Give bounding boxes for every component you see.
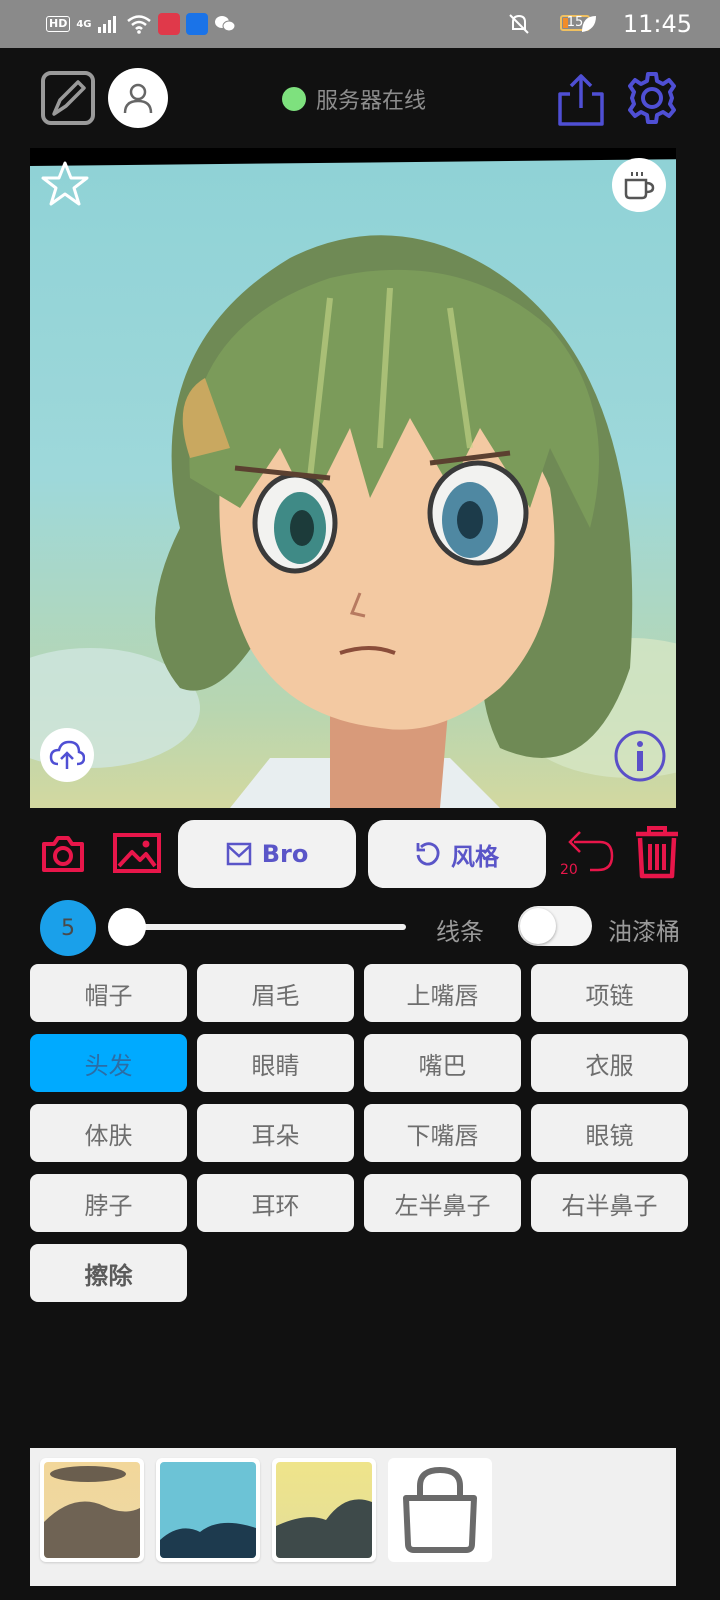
wifi-icon [126, 15, 151, 34]
huawei-app-icon [157, 13, 180, 35]
draw-mode-button[interactable] [40, 70, 96, 126]
part-button-clothes[interactable]: 衣服 [531, 1034, 688, 1092]
part-button-left-nose[interactable]: 左半鼻子 [364, 1174, 521, 1232]
camera-button[interactable] [40, 834, 86, 878]
style-tray [30, 1448, 676, 1586]
undo-button[interactable]: 20 [560, 828, 616, 884]
star-icon [41, 161, 89, 206]
part-button-necklace[interactable]: 项链 [531, 964, 688, 1022]
signal-icon [97, 16, 116, 33]
status-left-icons: HD 4G [46, 12, 236, 36]
user-icon [123, 83, 153, 114]
info-button[interactable] [612, 728, 668, 788]
part-button-eyes[interactable]: 眼睛 [197, 1034, 354, 1092]
style-swatch-2[interactable] [156, 1458, 260, 1562]
mute-bell-icon [509, 14, 529, 34]
user-profile-button[interactable] [108, 68, 168, 128]
settings-button[interactable] [624, 70, 680, 126]
delete-button[interactable] [632, 824, 682, 884]
style-swatch-3[interactable] [272, 1458, 376, 1562]
line-mode-label: 线条 [436, 918, 484, 946]
part-button-mouth[interactable]: 嘴巴 [364, 1034, 521, 1092]
upload-cloud-icon [49, 740, 85, 769]
part-button-hair[interactable]: 头发 [30, 1034, 187, 1092]
brush-size-slider[interactable] [126, 924, 406, 930]
server-status: 服务器在线 [282, 86, 427, 114]
leaf-icon [582, 16, 596, 32]
part-button-erase[interactable]: 擦除 [30, 1244, 187, 1302]
favorite-button[interactable] [40, 160, 90, 212]
info-icon [614, 730, 666, 782]
part-button-neck[interactable]: 脖子 [30, 1174, 187, 1232]
part-button-eyebrows[interactable]: 眉毛 [197, 964, 354, 1022]
part-button-upper-lip[interactable]: 上嘴唇 [364, 964, 521, 1022]
server-status-dot [282, 87, 306, 111]
style-button[interactable]: 风格 [368, 820, 546, 888]
part-button-hat[interactable]: 帽子 [30, 964, 187, 1022]
gear-icon [628, 72, 676, 124]
face-part-grid: 帽子 眉毛 上嘴唇 项链 头发 眼睛 嘴巴 衣服 体肤 耳朵 下嘴唇 眼镜 脖子… [30, 964, 688, 1302]
server-status-label: 服务器在线 [316, 89, 427, 114]
paint-bucket-toggle[interactable] [518, 906, 592, 946]
draw-icon [41, 71, 95, 125]
upload-button[interactable] [40, 728, 94, 782]
style-button-label: 风格 [451, 842, 499, 871]
part-button-earrings[interactable]: 耳环 [197, 1174, 354, 1232]
share-icon [558, 74, 604, 126]
trash-icon [636, 826, 678, 879]
part-button-skin[interactable]: 体肤 [30, 1104, 187, 1162]
part-button-lower-lip[interactable]: 下嘴唇 [364, 1104, 521, 1162]
share-button[interactable] [556, 72, 606, 128]
bro-button[interactable]: Bro [178, 820, 356, 888]
style-store-button[interactable] [388, 1458, 492, 1562]
hd-icon: HD [46, 16, 71, 32]
wechat-icon [214, 16, 236, 32]
image-icon [113, 833, 161, 873]
undo-count: 20 [560, 862, 578, 878]
shopping-bag-icon [403, 1466, 477, 1553]
bulb-app-icon [185, 13, 208, 35]
part-button-ears[interactable]: 耳朵 [197, 1104, 354, 1162]
brush-size-indicator[interactable]: 5 [40, 900, 96, 956]
network-type: 4G [76, 18, 92, 30]
status-bar: HD 4G 15 11:45 [0, 0, 720, 48]
paint-bucket-toggle-knob [520, 908, 556, 944]
brush-size-slider-thumb[interactable] [108, 908, 146, 946]
paint-bucket-label: 油漆桶 [608, 918, 680, 946]
drawing-canvas[interactable] [30, 148, 676, 808]
part-button-right-nose[interactable]: 右半鼻子 [531, 1174, 688, 1232]
status-time: 11:45 [622, 10, 692, 38]
camera-icon [42, 836, 84, 872]
part-button-glasses[interactable]: 眼镜 [531, 1104, 688, 1162]
coffee-icon [624, 172, 655, 200]
gallery-button[interactable] [112, 832, 162, 878]
mail-icon [226, 842, 251, 866]
anime-portrait [30, 235, 676, 808]
style-swatch-1[interactable] [40, 1458, 144, 1562]
refresh-icon [416, 842, 440, 866]
coffee-button[interactable] [612, 158, 666, 212]
bro-button-label: Bro [261, 840, 309, 868]
